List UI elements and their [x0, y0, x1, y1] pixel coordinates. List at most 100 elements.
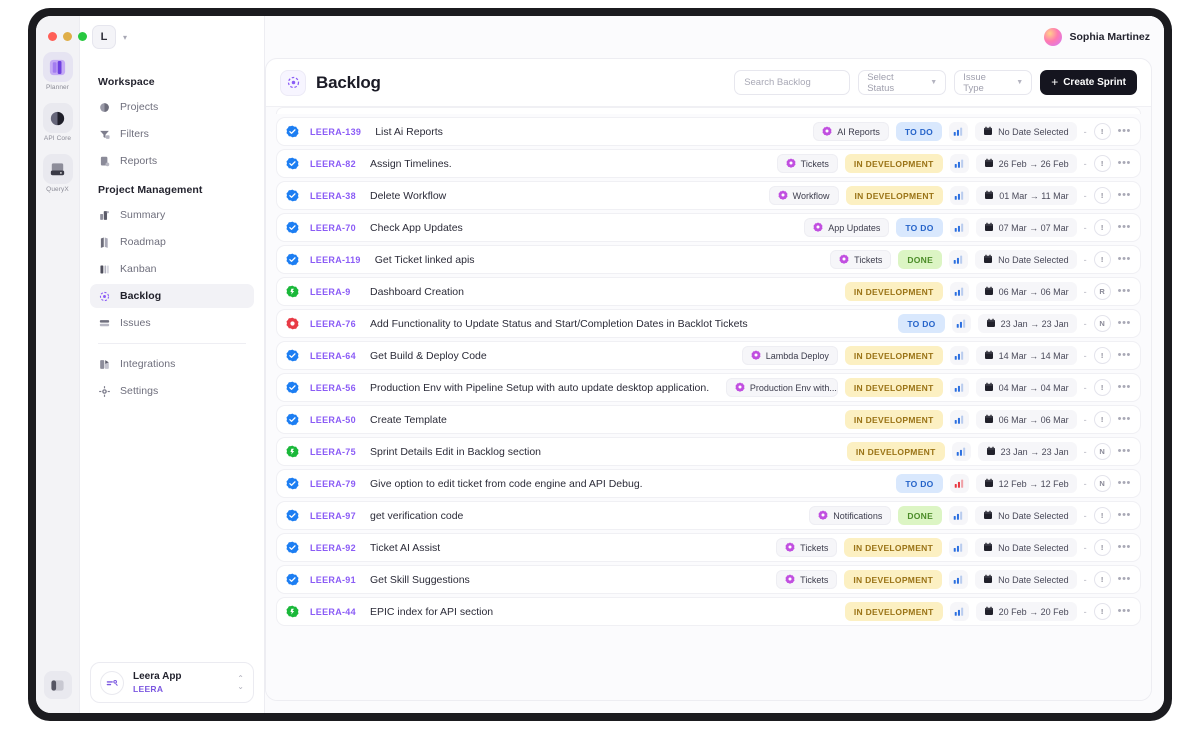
priority-medium-icon[interactable]: [949, 250, 969, 269]
date-chip[interactable]: No Date Selected: [975, 122, 1077, 141]
sidebar-item-backlog[interactable]: Backlog: [90, 284, 254, 308]
issue-key[interactable]: LEERA-70: [310, 223, 356, 233]
assignee-avatar[interactable]: !: [1093, 123, 1111, 140]
workspace-switcher[interactable]: L ▾: [80, 16, 264, 58]
priority-medium-icon[interactable]: [949, 602, 969, 621]
issue-key[interactable]: LEERA-79: [310, 479, 356, 489]
row-more-menu-icon[interactable]: •••: [1118, 382, 1131, 393]
sidebar-item-reports[interactable]: Reports: [90, 149, 254, 173]
assignee-avatar[interactable]: !: [1093, 571, 1111, 588]
status-badge[interactable]: TO DO: [896, 474, 943, 493]
create-sprint-button[interactable]: + Create Sprint: [1040, 70, 1137, 95]
date-chip[interactable]: 06 Mar → 06 Mar: [975, 410, 1077, 429]
label-chip[interactable]: Lambda Deploy: [741, 346, 838, 365]
priority-medium-icon[interactable]: [949, 378, 969, 397]
assignee-avatar[interactable]: !: [1093, 347, 1111, 364]
date-chip[interactable]: 06 Mar → 06 Mar: [975, 282, 1077, 301]
date-chip[interactable]: 23 Jan → 23 Jan: [977, 442, 1077, 461]
table-row[interactable]: LEERA-82 Assign Timelines. Tickets IN DEVEL…: [276, 149, 1141, 178]
status-badge[interactable]: IN DEVELOPMENT: [844, 282, 943, 301]
status-badge[interactable]: DONE: [898, 506, 943, 525]
date-chip[interactable]: 04 Mar → 04 Mar: [975, 378, 1077, 397]
date-chip[interactable]: No Date Selected: [975, 570, 1077, 589]
date-chip[interactable]: No Date Selected: [975, 506, 1077, 525]
priority-medium-icon[interactable]: [949, 506, 969, 525]
table-row[interactable]: LEERA-119 Get Ticket linked apis Tickets DO…: [276, 245, 1141, 274]
sidebar-item-settings[interactable]: Settings: [90, 379, 254, 403]
issue-key[interactable]: LEERA-82: [310, 159, 356, 169]
priority-medium-icon[interactable]: [949, 570, 969, 589]
status-badge[interactable]: IN DEVELOPMENT: [844, 570, 943, 589]
issue-key[interactable]: LEERA-76: [310, 319, 356, 329]
row-more-menu-icon[interactable]: •••: [1118, 286, 1131, 297]
row-more-menu-icon[interactable]: •••: [1118, 190, 1131, 201]
status-badge[interactable]: IN DEVELOPMENT: [845, 186, 944, 205]
maximize-window-button[interactable]: [78, 32, 87, 41]
label-chip[interactable]: Notifications: [809, 506, 892, 525]
label-chip[interactable]: Tickets: [776, 538, 838, 557]
date-chip[interactable]: 07 Mar → 07 Mar: [975, 218, 1077, 237]
row-more-menu-icon[interactable]: •••: [1118, 254, 1131, 265]
search-input[interactable]: [734, 70, 851, 95]
workspace-badge[interactable]: L: [92, 25, 116, 49]
priority-medium-icon[interactable]: [949, 410, 969, 429]
sidebar-item-integrations[interactable]: Integrations: [90, 352, 254, 376]
label-chip[interactable]: App Updates: [804, 218, 890, 237]
row-more-menu-icon[interactable]: •••: [1118, 542, 1131, 553]
date-chip[interactable]: 23 Jan → 23 Jan: [977, 314, 1077, 333]
status-badge[interactable]: DONE: [898, 250, 943, 269]
app-card[interactable]: Leera App LEERA ⌃ ⌄: [90, 662, 254, 703]
row-more-menu-icon[interactable]: •••: [1118, 478, 1131, 489]
status-filter-select[interactable]: Select Status ▼: [858, 70, 947, 95]
issue-key[interactable]: LEERA-91: [310, 575, 356, 585]
assignee-avatar[interactable]: N: [1093, 443, 1111, 460]
assignee-avatar[interactable]: !: [1093, 219, 1111, 236]
table-row[interactable]: LEERA-92 Ticket AI Assist Tickets IN DEVELO…: [276, 533, 1141, 562]
table-row[interactable]: LEERA-139 List Ai Reports AI Reports TO DO N…: [276, 117, 1141, 146]
issue-key[interactable]: LEERA-92: [310, 543, 356, 553]
row-more-menu-icon[interactable]: •••: [1118, 606, 1131, 617]
assignee-avatar[interactable]: !: [1093, 379, 1111, 396]
table-row[interactable]: LEERA-91 Get Skill Suggestions Tickets IN D…: [276, 565, 1141, 594]
status-badge[interactable]: IN DEVELOPMENT: [844, 378, 943, 397]
status-badge[interactable]: TO DO: [898, 314, 945, 333]
sidebar-toggle-icon[interactable]: [43, 671, 72, 699]
app-switcher[interactable]: Leera App LEERA ⌃ ⌄: [80, 652, 264, 713]
sidebar-item-filters[interactable]: Filters: [90, 122, 254, 146]
chevron-down-icon[interactable]: ▾: [123, 33, 127, 42]
date-chip[interactable]: 26 Feb → 26 Feb: [975, 154, 1077, 173]
row-more-menu-icon[interactable]: •••: [1118, 414, 1131, 425]
assignee-avatar[interactable]: !: [1093, 539, 1111, 556]
status-badge[interactable]: IN DEVELOPMENT: [844, 346, 943, 365]
row-more-menu-icon[interactable]: •••: [1118, 318, 1131, 329]
priority-medium-icon[interactable]: [949, 538, 969, 557]
row-more-menu-icon[interactable]: •••: [1118, 350, 1131, 361]
label-chip[interactable]: Production Env with...: [725, 378, 838, 397]
table-row[interactable]: LEERA-64 Get Build & Deploy Code Lambda De…: [276, 341, 1141, 370]
issue-key[interactable]: LEERA-119: [310, 255, 361, 265]
sidebar-item-issues[interactable]: Issues: [90, 311, 254, 335]
assignee-avatar[interactable]: !: [1093, 411, 1111, 428]
chevron-updown-icon[interactable]: ⌃ ⌄: [237, 674, 244, 691]
assignee-avatar[interactable]: N: [1093, 475, 1111, 492]
priority-medium-icon[interactable]: [949, 122, 969, 141]
close-window-button[interactable]: [48, 32, 57, 41]
issue-type-filter-select[interactable]: Issue Type ▼: [954, 70, 1033, 95]
row-more-menu-icon[interactable]: •••: [1118, 446, 1131, 457]
window-controls[interactable]: [48, 32, 87, 41]
priority-high-icon[interactable]: [949, 474, 969, 493]
assignee-avatar[interactable]: !: [1093, 603, 1111, 620]
sidebar-item-summary[interactable]: Summary: [90, 203, 254, 227]
table-row[interactable]: LEERA-50 Create Template IN DEVELOPMENT 06 …: [276, 405, 1141, 434]
date-chip[interactable]: 14 Mar → 14 Mar: [975, 346, 1077, 365]
assignee-avatar[interactable]: !: [1093, 187, 1111, 204]
issue-key[interactable]: LEERA-97: [310, 511, 356, 521]
issue-key[interactable]: LEERA-9: [310, 287, 356, 297]
label-chip[interactable]: Tickets: [830, 250, 892, 269]
table-row[interactable]: LEERA-56 Production Env with Pipeline Set…: [276, 373, 1141, 402]
row-more-menu-icon[interactable]: •••: [1118, 510, 1131, 521]
assignee-avatar[interactable]: R: [1093, 283, 1111, 300]
status-badge[interactable]: TO DO: [895, 122, 943, 141]
status-badge[interactable]: IN DEVELOPMENT: [846, 442, 945, 461]
date-chip[interactable]: No Date Selected: [975, 250, 1077, 269]
